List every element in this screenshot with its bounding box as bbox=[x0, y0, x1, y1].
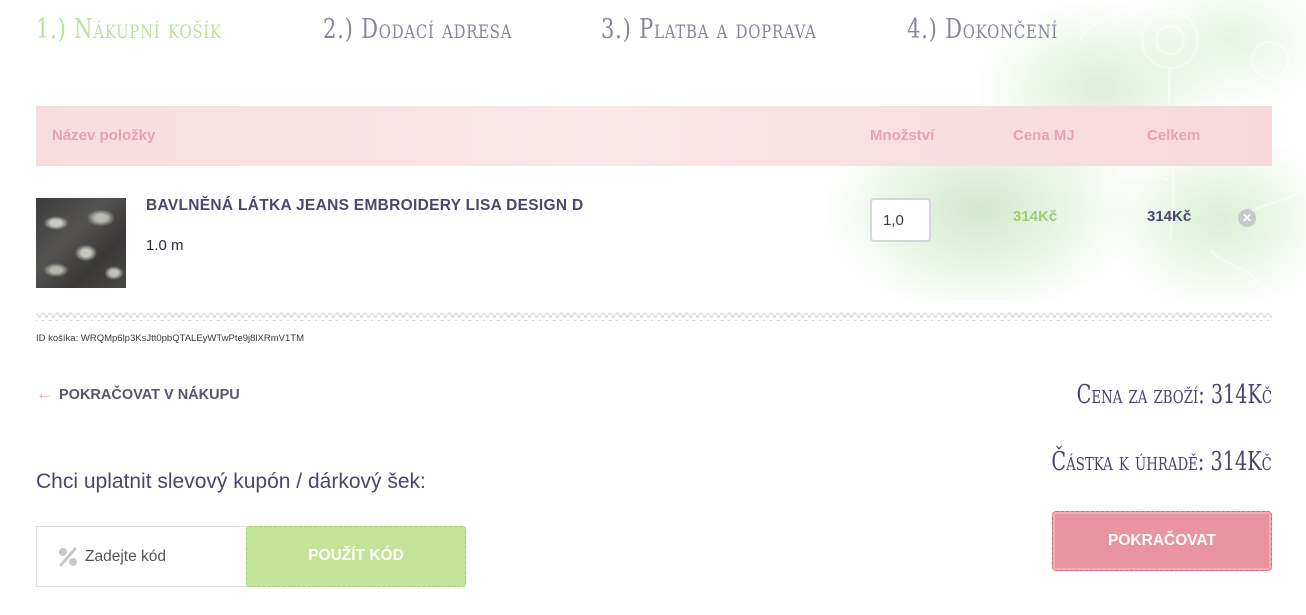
step-cart[interactable]: 1.) Nákupní košík bbox=[36, 14, 222, 45]
continue-shopping-label: POKRAČOVAT V NÁKUPU bbox=[59, 387, 240, 403]
amount-due-summary: Částka k úhradě: 314Kč bbox=[1051, 447, 1272, 477]
close-circle-icon: ✕ bbox=[1241, 211, 1253, 225]
product-name[interactable]: BAVLNĚNÁ LÁTKA JEANS EMBROIDERY LISA DES… bbox=[146, 197, 584, 215]
row-total: 314Kč bbox=[1147, 208, 1192, 225]
apply-coupon-button[interactable]: POUŽÍT KÓD bbox=[246, 526, 466, 587]
arrow-left-icon: ← bbox=[36, 384, 53, 403]
step-payment-shipping[interactable]: 3.) Platba a doprava bbox=[601, 14, 817, 45]
stitched-divider bbox=[36, 311, 1272, 321]
header-quantity: Množství bbox=[870, 127, 935, 144]
header-item-name: Název položky bbox=[52, 127, 156, 144]
coupon-field bbox=[36, 526, 248, 587]
product-variant: 1.0 m bbox=[146, 237, 184, 254]
cart-id: ID košíka: WRQMp6lp3KsJtt0pbQTALEyWTwPte… bbox=[36, 333, 305, 344]
remove-item-button[interactable]: ✕ bbox=[1238, 209, 1256, 227]
quantity-input[interactable] bbox=[870, 198, 931, 242]
step-delivery-address[interactable]: 2.) Dodací adresa bbox=[323, 14, 512, 45]
step-completion[interactable]: 4.) Dokončení bbox=[907, 14, 1058, 45]
percent-icon bbox=[59, 547, 77, 567]
unit-price: 314Kč bbox=[1013, 208, 1058, 225]
goods-price-summary: Cena za zboží: 314Kč bbox=[1076, 380, 1272, 410]
header-unit-price: Cena MJ bbox=[1013, 127, 1075, 144]
coupon-label: Chci uplatnit slevový kupón / dárkový še… bbox=[36, 470, 426, 493]
continue-shopping-link[interactable]: ← POKRAČOVAT V NÁKUPU bbox=[36, 384, 240, 404]
header-total: Celkem bbox=[1147, 127, 1201, 144]
proceed-button[interactable]: POKRAČOVAT bbox=[1052, 511, 1272, 571]
coupon-code-input[interactable] bbox=[85, 527, 245, 586]
product-thumbnail[interactable] bbox=[36, 198, 126, 288]
cart-table-header: Název položky Množství Cena MJ Celkem bbox=[36, 106, 1272, 166]
